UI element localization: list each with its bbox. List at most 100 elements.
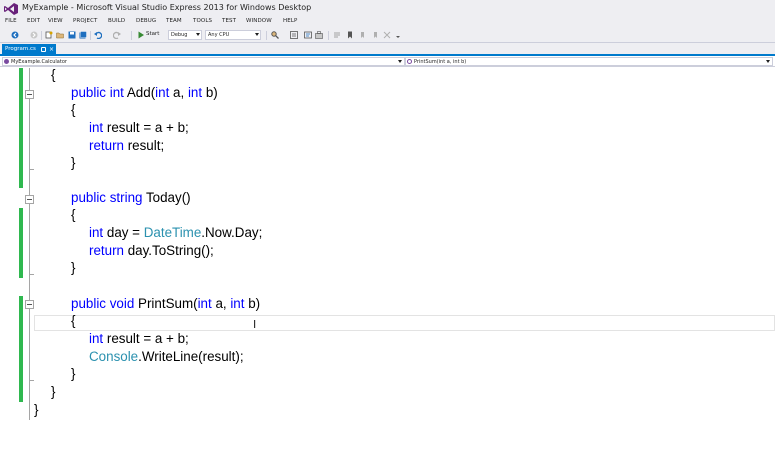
standard-toolbar: Start Debug Any CPU — [0, 28, 775, 43]
type-scope-value: MyExample.Calculator — [11, 59, 67, 65]
code-token: { — [71, 313, 76, 328]
changed-lines-marker — [19, 68, 23, 188]
code-line-statement[interactable]: int day = DateTime.Now.Day; — [89, 224, 262, 242]
toolbar-separator — [90, 31, 91, 40]
code-line-close-brace[interactable]: } — [34, 401, 38, 419]
code-token: b) — [202, 85, 218, 100]
type-token: DateTime — [143, 225, 202, 240]
code-token: } — [71, 366, 76, 381]
save-all-icon[interactable] — [79, 31, 87, 39]
navigate-forward-icon[interactable] — [30, 31, 38, 39]
undo-icon[interactable] — [94, 31, 102, 39]
code-token: result = a + b; — [103, 120, 189, 135]
toolbar-separator — [328, 31, 329, 40]
chevron-down-icon — [196, 33, 200, 36]
menu-project[interactable]: PROJECT — [73, 18, 97, 24]
find-in-files-icon[interactable] — [271, 31, 279, 39]
menu-help[interactable]: HELP — [283, 18, 297, 24]
keyword-token: int — [197, 296, 212, 311]
code-line-method-signature[interactable]: public string Today() — [71, 189, 191, 207]
keyword-token: int — [109, 85, 124, 100]
keyword-token: int — [89, 120, 104, 135]
code-token: day.ToString(); — [123, 243, 214, 258]
clear-bookmarks-icon[interactable] — [383, 31, 391, 39]
toolbar-options-icon[interactable] — [394, 31, 402, 39]
code-token: a, — [211, 296, 231, 311]
navigate-back-icon[interactable] — [11, 31, 19, 39]
solution-platform-dropdown[interactable]: Any CPU — [205, 30, 261, 40]
chevron-down-icon — [766, 60, 770, 63]
chevron-down-icon — [255, 33, 259, 36]
code-token: { — [51, 67, 56, 82]
menu-test[interactable]: TEST — [222, 18, 236, 24]
code-line-statement[interactable]: int result = a + b; — [89, 330, 189, 348]
code-line-statement[interactable]: Console.WriteLine(result); — [89, 348, 244, 366]
previous-bookmark-icon[interactable] — [359, 31, 367, 39]
code-line-open-brace[interactable]: { — [51, 66, 55, 84]
next-bookmark-icon[interactable] — [371, 31, 379, 39]
code-line-open-brace[interactable]: { — [71, 206, 75, 224]
keyword-token: public — [71, 296, 106, 311]
text-cursor-icon: I — [253, 318, 257, 331]
code-line-open-brace[interactable]: { — [71, 101, 75, 119]
keyword-token: public — [71, 190, 106, 205]
keyword-token: int — [89, 225, 104, 240]
save-icon[interactable] — [68, 31, 76, 39]
type-scope-dropdown[interactable]: MyExample.Calculator — [2, 57, 405, 66]
menu-tools[interactable]: TOOLS — [193, 18, 212, 24]
code-line-method-signature[interactable]: public int Add(int a, int b) — [71, 84, 218, 102]
menu-view[interactable]: VIEW — [48, 18, 63, 24]
visual-studio-logo-icon — [4, 3, 18, 15]
class-icon — [4, 59, 9, 64]
open-file-icon[interactable] — [56, 31, 64, 39]
redo-icon[interactable] — [113, 31, 121, 39]
code-line-statement[interactable]: return day.ToString(); — [89, 242, 214, 260]
new-project-icon[interactable] — [45, 31, 53, 39]
code-token: { — [71, 207, 76, 222]
changed-lines-marker — [19, 208, 23, 278]
menu-team[interactable]: TEAM — [166, 18, 182, 24]
keyword-token: return — [89, 138, 124, 153]
code-editor[interactable]: I {public int Add(int a, int b){int resu… — [0, 66, 775, 476]
properties-icon[interactable] — [304, 31, 312, 39]
start-button-label[interactable]: Start — [146, 31, 159, 37]
document-tab-strip: Program.cs × — [0, 43, 775, 56]
menu-window[interactable]: WINDOW — [246, 18, 272, 24]
solution-configuration-dropdown[interactable]: Debug — [168, 30, 202, 40]
collapse-region-icon[interactable] — [25, 195, 34, 204]
keyword-token: int — [187, 85, 203, 100]
menu-file[interactable]: FILE — [5, 18, 17, 24]
collapse-region-icon[interactable] — [25, 90, 34, 99]
menu-edit[interactable]: EDIT — [27, 18, 40, 24]
bookmark-icon[interactable] — [346, 31, 354, 39]
code-line-statement[interactable]: int result = a + b; — [89, 119, 189, 137]
code-line-statement[interactable]: return result; — [89, 137, 164, 155]
comment-out-icon[interactable] — [333, 31, 341, 39]
code-token: result = a + b; — [103, 331, 189, 346]
code-line-close-brace[interactable]: } — [71, 259, 75, 277]
keyword-token: int — [89, 331, 104, 346]
code-line-open-brace[interactable]: { — [71, 312, 75, 330]
tab-program-cs[interactable]: Program.cs × — [2, 44, 56, 56]
keyword-token: return — [89, 243, 124, 258]
menu-build[interactable]: BUILD — [108, 18, 125, 24]
code-line-method-signature[interactable]: public void PrintSum(int a, int b) — [71, 295, 260, 313]
collapse-region-icon[interactable] — [25, 300, 34, 309]
member-scope-dropdown[interactable]: PrintSum(int a, int b) — [405, 57, 773, 66]
code-token: a, — [169, 85, 188, 100]
start-debugging-icon[interactable] — [137, 31, 145, 39]
keyword-token: int — [230, 296, 245, 311]
code-token: } — [71, 260, 76, 275]
solution-explorer-icon[interactable] — [290, 31, 298, 39]
method-icon — [407, 59, 412, 64]
code-token: day = — [103, 225, 144, 240]
menu-debug[interactable]: DEBUG — [136, 18, 156, 24]
toolbox-icon[interactable] — [315, 31, 323, 39]
code-token: Add( — [123, 85, 156, 100]
outline-end-mark — [29, 169, 34, 170]
code-line-close-brace[interactable]: } — [71, 365, 75, 383]
code-line-close-brace[interactable]: } — [51, 383, 55, 401]
code-line-close-brace[interactable]: } — [71, 154, 75, 172]
pin-icon[interactable] — [41, 47, 46, 52]
close-icon[interactable]: × — [49, 45, 54, 54]
